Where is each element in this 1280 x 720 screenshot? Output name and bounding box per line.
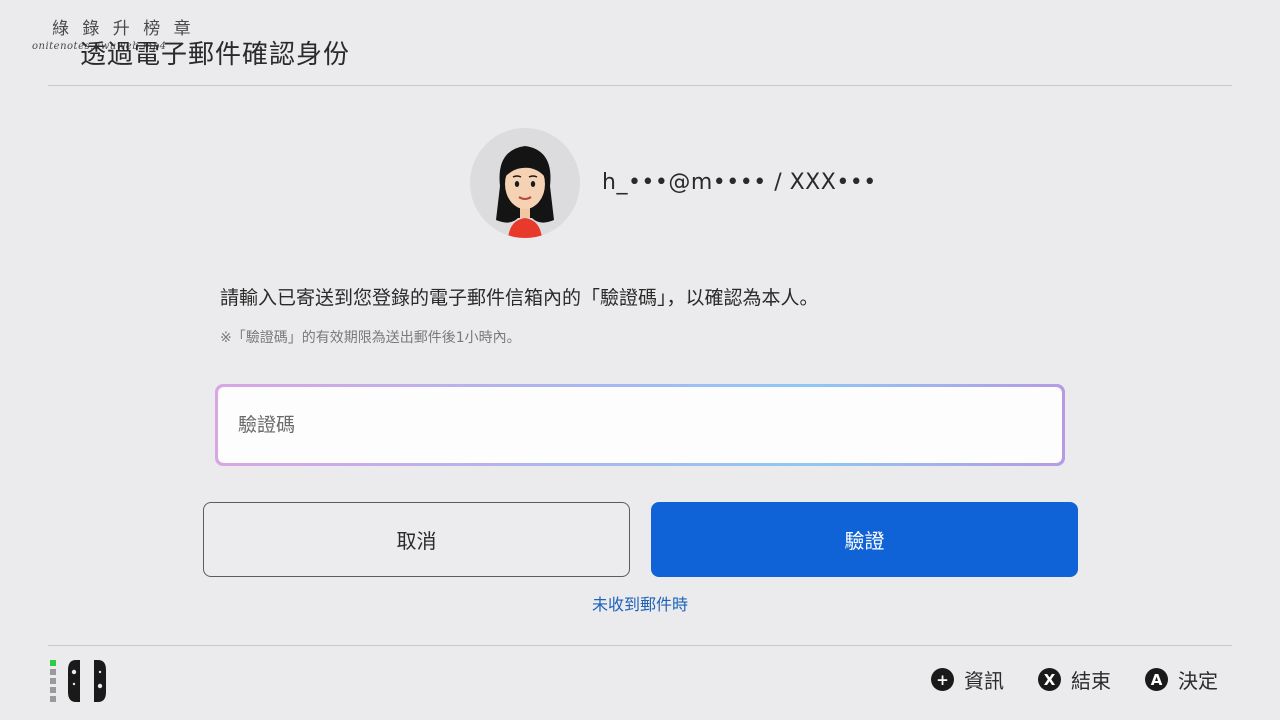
hint-confirm[interactable]: A 決定 [1145, 665, 1218, 694]
validity-note: ※「驗證碼」的有效期限為送出郵件後1小時內。 [220, 330, 521, 346]
x-button-icon: X [1038, 668, 1061, 691]
verify-button[interactable]: 驗證 [651, 502, 1078, 577]
joycon-controller-icon [50, 660, 106, 702]
controller-status [50, 658, 120, 704]
verification-code-input[interactable] [218, 387, 1062, 463]
footer-button-hints: + 資訊 X 結束 A 決定 [931, 665, 1218, 694]
hint-info-label: 資訊 [964, 669, 1004, 693]
hint-exit[interactable]: X 結束 [1038, 665, 1111, 694]
avatar [470, 128, 580, 238]
hint-exit-label: 結束 [1071, 669, 1111, 693]
a-button-icon: A [1145, 668, 1168, 691]
email-not-received-link[interactable]: 未收到郵件時 [0, 591, 1280, 615]
hint-confirm-label: 決定 [1178, 669, 1218, 693]
code-input-frame [215, 384, 1065, 466]
page-title: 透過電子郵件確認身份 [80, 40, 351, 70]
footer-divider [48, 645, 1232, 646]
account-label: h_•••@m•••• / XXX••• [602, 170, 877, 195]
hint-info[interactable]: + 資訊 [931, 665, 1004, 694]
instruction-text: 請輸入已寄送到您登錄的電子郵件信箱內的「驗證碼」，以確認為本人。 [220, 287, 819, 309]
plus-button-icon: + [931, 668, 954, 691]
mii-avatar-icon [496, 146, 554, 238]
cancel-button[interactable]: 取消 [203, 502, 630, 577]
header-divider [48, 85, 1232, 86]
